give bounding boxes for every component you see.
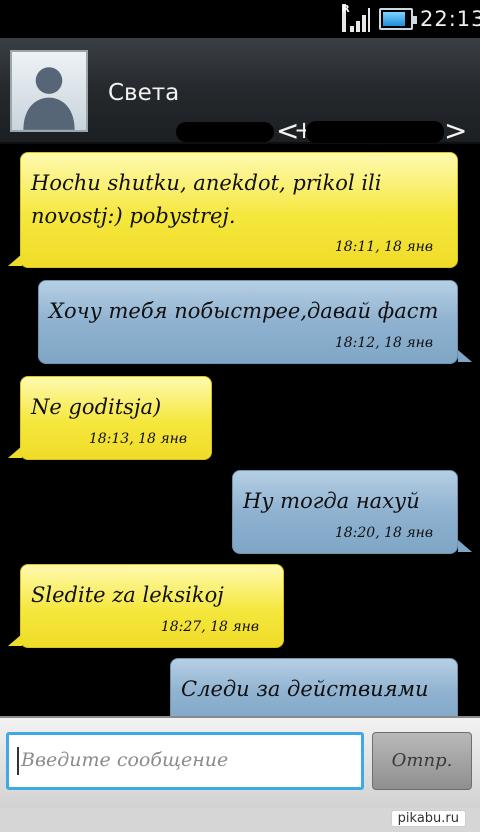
battery-icon [379, 8, 417, 30]
conversation-header: Света < + > [0, 38, 480, 147]
message-text: Хочу тебя побыстрее,давай фаст [49, 299, 439, 323]
message-input-placeholder: Введите сообщение [21, 749, 229, 771]
message-bubble-outgoing[interactable]: Хочу тебя побыстрее,давай фаст 18:12, 18… [38, 280, 458, 364]
message-input[interactable]: Введите сообщение [6, 732, 364, 790]
contact-info[interactable]: Света [108, 80, 179, 106]
message-time: 18:12, 18 янв [334, 335, 433, 351]
redacted-number-mark [306, 121, 444, 143]
message-composer: Введите сообщение Отпр. [0, 716, 480, 808]
bubble-tail [8, 446, 22, 458]
message-time: 18:13, 18 янв [88, 431, 187, 447]
contact-name: Света [108, 80, 180, 106]
bubble-tail [458, 540, 472, 552]
message-bubble-incoming[interactable]: Hochu shutku, anekdot, prikol ili novost… [20, 152, 458, 268]
send-button[interactable]: Отпр. [372, 732, 472, 790]
message-bubble-incoming[interactable]: Sledite za leksikoj 18:27, 18 янв [20, 564, 284, 648]
text-cursor [17, 747, 19, 775]
bubble-tail [8, 254, 22, 266]
message-bubble-incoming[interactable]: Ne goditsja) 18:13, 18 янв [20, 376, 212, 460]
message-text: Hochu shutku, anekdot, prikol ili novost… [31, 171, 382, 228]
message-text: Sledite za leksikoj [31, 583, 224, 607]
bottom-strip: pikabu.ru [0, 808, 480, 832]
watermark-label: pikabu.ru [390, 810, 466, 827]
message-time: 18:11, 18 янв [334, 239, 433, 255]
message-text: Ne goditsja) [31, 395, 162, 419]
status-bar: R 22:13 [0, 0, 480, 38]
bubble-tail [458, 350, 472, 362]
bubble-tail [8, 634, 22, 646]
message-text: Ну тогда нахуй [243, 489, 420, 513]
message-bubble-outgoing[interactable]: Ну тогда нахуй 18:20, 18 янв [232, 470, 458, 554]
message-text: Следи за действиями [181, 677, 429, 701]
message-time: 18:20, 18 янв [334, 525, 433, 541]
person-silhouette-icon [23, 67, 75, 130]
roaming-indicator: R [342, 4, 350, 32]
signal-icon: R [340, 4, 370, 34]
avatar[interactable] [10, 50, 88, 132]
status-clock: 22:13 [420, 7, 480, 31]
message-time: 18:27, 18 янв [160, 619, 259, 635]
redacted-name-mark [176, 122, 274, 142]
close-bracket: > [444, 114, 468, 147]
